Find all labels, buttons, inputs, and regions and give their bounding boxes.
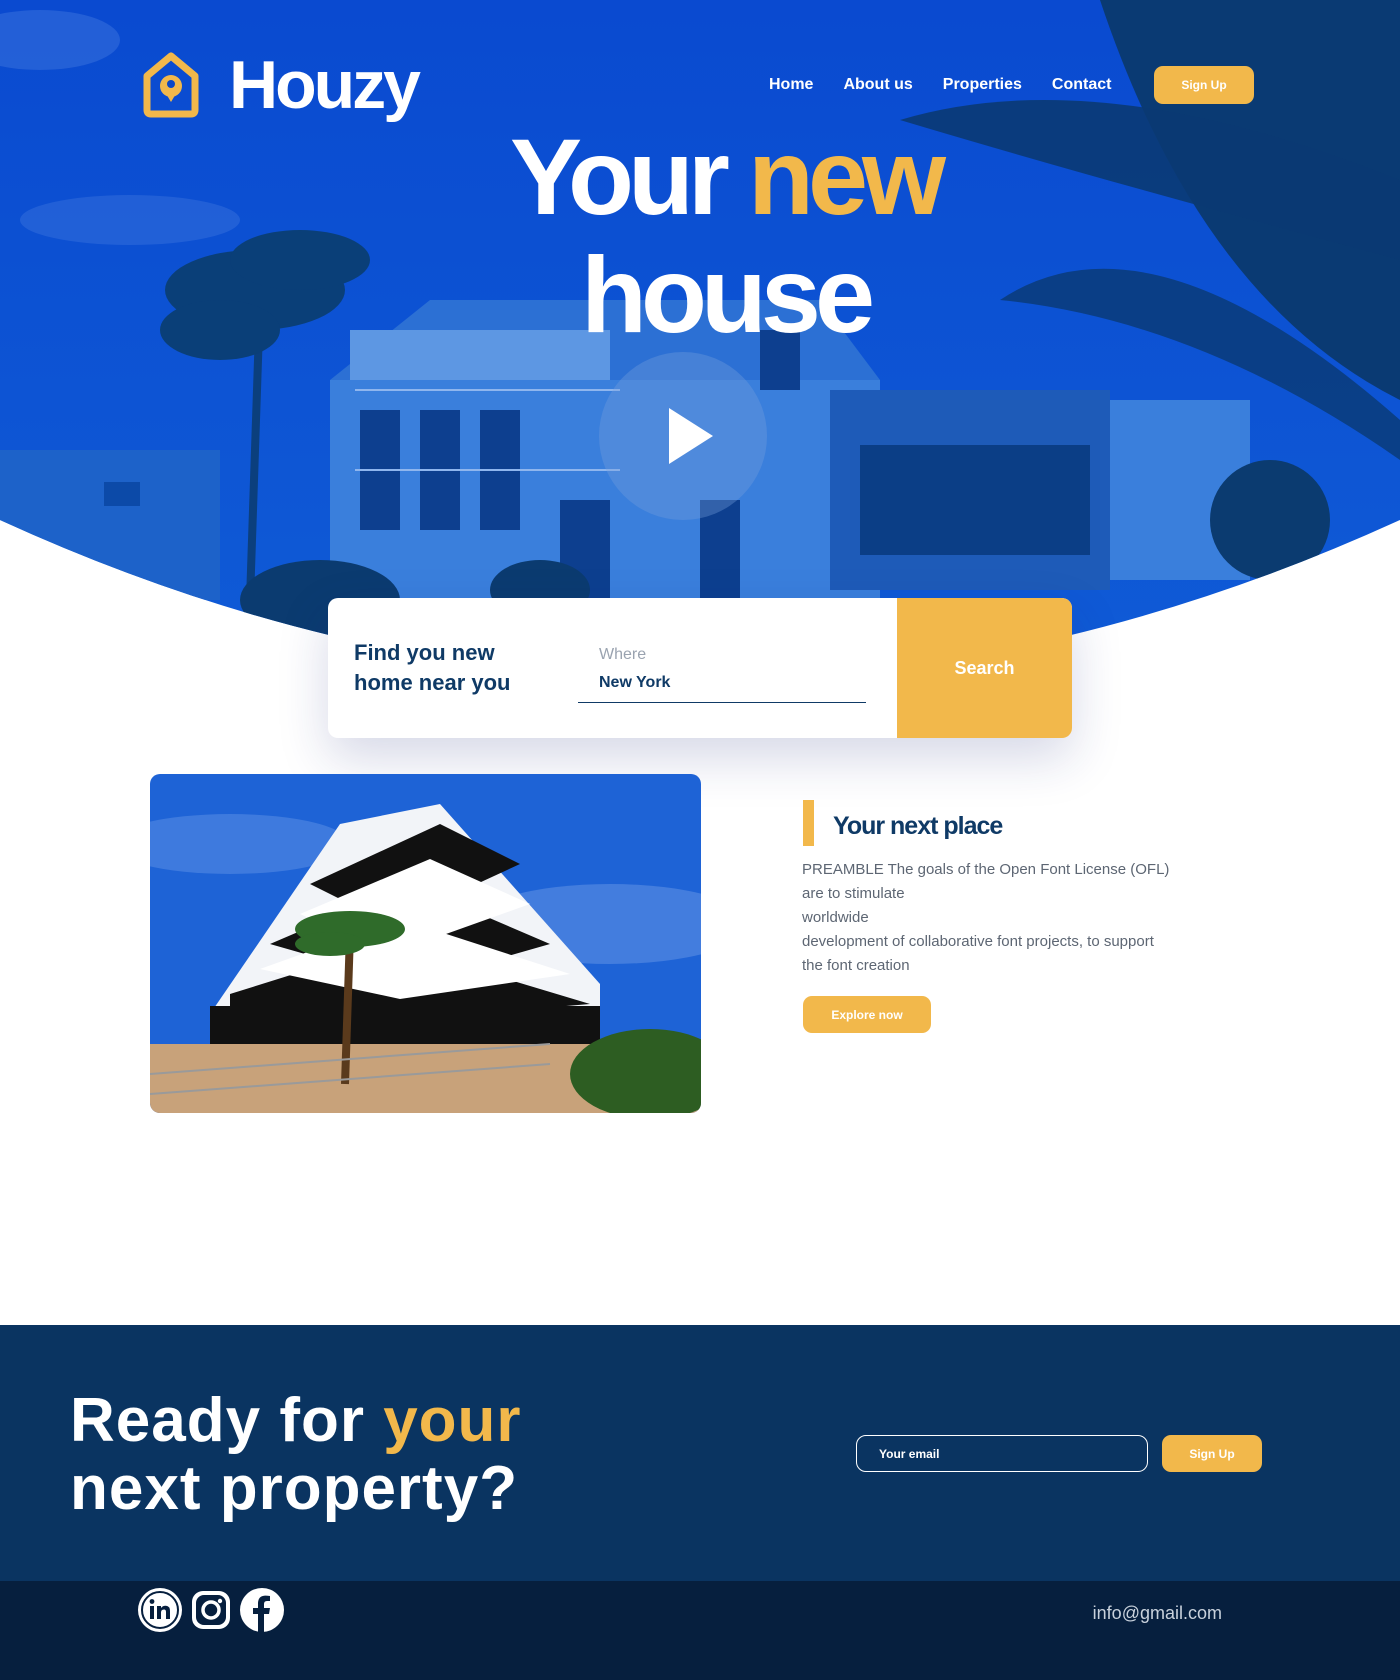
hero-section: Houzy Home About us Properties Contact S…: [0, 0, 1400, 640]
nav-home[interactable]: Home: [769, 76, 813, 94]
footer-email[interactable]: info@gmail.com: [1093, 1603, 1222, 1624]
footer: info@gmail.com: [0, 1581, 1400, 1680]
linkedin-icon: [138, 1588, 182, 1632]
search-card: Find you new home near you Where Search: [328, 598, 1072, 738]
where-input[interactable]: [599, 670, 867, 696]
explore-now-button[interactable]: Explore now: [803, 996, 931, 1033]
linkedin-link[interactable]: [137, 1587, 188, 1633]
house-pin-icon: [143, 52, 199, 118]
cta-headline-part2: next property?: [70, 1454, 519, 1523]
hero-headline-part1: Your: [509, 116, 730, 237]
play-video-button[interactable]: [599, 352, 767, 520]
email-input[interactable]: [856, 1435, 1148, 1472]
hero-headline-accent: new: [747, 116, 946, 237]
nav-about-us[interactable]: About us: [843, 76, 912, 94]
next-place-body-line: development of collaborative font projec…: [802, 933, 1154, 950]
next-place-body-line: the font creation: [802, 957, 910, 974]
facebook-icon: [240, 1588, 284, 1632]
search-title: Find you new home near you: [354, 640, 511, 695]
cta-section: Ready for your next property? Sign Up: [0, 1325, 1400, 1581]
where-underline: [578, 702, 866, 703]
next-place-body-line: worldwide: [802, 909, 869, 926]
instagram-icon: [192, 1591, 230, 1629]
nav-contact[interactable]: Contact: [1052, 76, 1112, 94]
property-photo: [150, 774, 701, 1113]
logo[interactable]: Houzy: [137, 47, 421, 123]
next-place-body-line: PREAMBLE The goals of the Open Font Lice…: [802, 861, 1170, 878]
next-place-body: PREAMBLE The goals of the Open Font Lice…: [802, 858, 1192, 978]
where-label: Where: [599, 646, 647, 663]
cta-headline-part1: Ready for: [70, 1386, 365, 1455]
logo-text: Houzy: [229, 47, 421, 123]
facebook-link[interactable]: [239, 1587, 290, 1633]
apartment-building-image: [150, 774, 701, 1113]
play-icon: [669, 408, 713, 464]
section-accent-bar: [803, 800, 814, 846]
next-place-title: Your next place: [833, 812, 1003, 840]
hero-headline-part2: house: [580, 234, 875, 355]
next-place-body-line: are to stimulate: [802, 885, 905, 902]
hero-headline: Your new house: [400, 118, 1050, 354]
search-button[interactable]: Search: [897, 598, 1072, 738]
instagram-link[interactable]: [188, 1587, 239, 1633]
nav-properties[interactable]: Properties: [943, 76, 1022, 94]
social-links: [137, 1587, 290, 1633]
cta-signup-button[interactable]: Sign Up: [1162, 1435, 1262, 1472]
cta-headline: Ready for your next property?: [70, 1387, 522, 1523]
main-nav: Home About us Properties Contact: [769, 76, 1141, 94]
header-signup-button[interactable]: Sign Up: [1154, 66, 1254, 104]
cta-headline-accent: your: [383, 1386, 522, 1455]
